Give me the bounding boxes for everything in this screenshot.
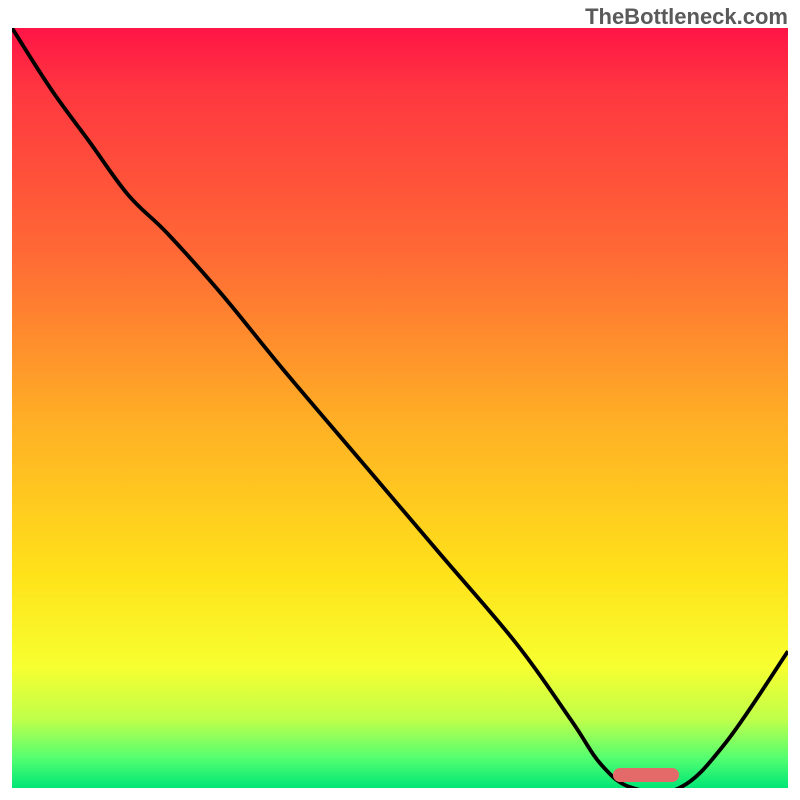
- chart-curve-svg: [12, 28, 788, 788]
- watermark-text: TheBottleneck.com: [585, 4, 788, 30]
- optimal-range-marker: [613, 768, 679, 782]
- chart-plot-area: [12, 28, 788, 788]
- bottleneck-curve: [12, 28, 788, 788]
